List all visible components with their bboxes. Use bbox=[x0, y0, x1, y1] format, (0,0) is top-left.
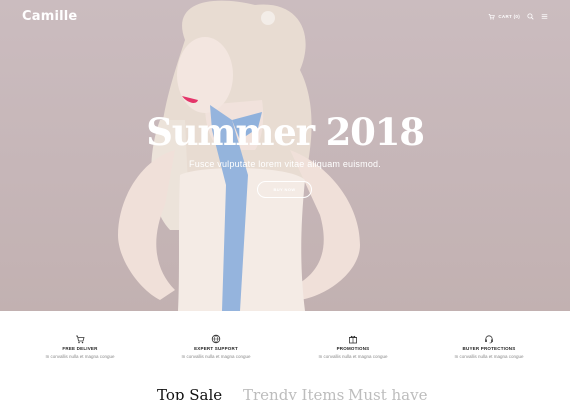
feature-description: In convallis nulla et magna congue bbox=[181, 354, 251, 359]
feature-title: PROMOTIONS bbox=[336, 346, 370, 351]
tab-trendy-items[interactable]: Trendy Items bbox=[243, 386, 344, 400]
hero-title: Summer 2018 bbox=[146, 110, 425, 154]
buy-now-button[interactable]: BUY NOW bbox=[257, 181, 312, 198]
menu-icon[interactable] bbox=[541, 13, 548, 20]
cart-link[interactable]: CART (0) bbox=[488, 13, 520, 20]
feature-title: EXPERT SUPPORT bbox=[194, 346, 238, 351]
globe-icon bbox=[211, 331, 221, 344]
search-icon[interactable] bbox=[527, 13, 534, 20]
feature-description: In convallis nulla et magna congue bbox=[318, 354, 388, 359]
cart-icon bbox=[488, 13, 496, 20]
hero-subtitle: Fusce vulputate lorem vitae aliquam euis… bbox=[189, 159, 381, 169]
feature-description: In convallis nulla et magna congue bbox=[454, 354, 524, 359]
feature-promotions: PROMOTIONS In convallis nulla et magna c… bbox=[288, 331, 418, 359]
tab-must-have[interactable]: Must have bbox=[348, 386, 427, 400]
hero-model-image bbox=[118, 0, 360, 311]
gift-icon bbox=[348, 331, 358, 344]
feature-description: In convallis nulla et magna congue bbox=[45, 354, 115, 359]
tab-top-sale[interactable]: Top Sale bbox=[157, 386, 222, 400]
feature-free-deliver: FREE DELIVER In convallis nulla et magna… bbox=[15, 331, 145, 359]
hero-banner: Camille CART (0) Summer 2018 Fusce vulpu… bbox=[0, 0, 570, 311]
site-logo[interactable]: Camille bbox=[22, 9, 77, 24]
feature-expert-support: EXPERT SUPPORT In convallis nulla et mag… bbox=[151, 331, 281, 359]
headset-icon bbox=[484, 331, 494, 344]
cart-icon bbox=[75, 331, 85, 344]
feature-title: FREE DELIVER bbox=[62, 346, 98, 351]
feature-buyer-protections: BUYER PROTECTIONS In convallis nulla et … bbox=[424, 331, 554, 359]
top-navigation: CART (0) bbox=[488, 13, 548, 20]
feature-title: BUYER PROTECTIONS bbox=[462, 346, 516, 351]
product-tabs: Top Sale Trendy Items Must have bbox=[0, 386, 570, 400]
cart-label: CART (0) bbox=[498, 14, 520, 19]
features-strip: FREE DELIVER In convallis nulla et magna… bbox=[0, 311, 570, 371]
